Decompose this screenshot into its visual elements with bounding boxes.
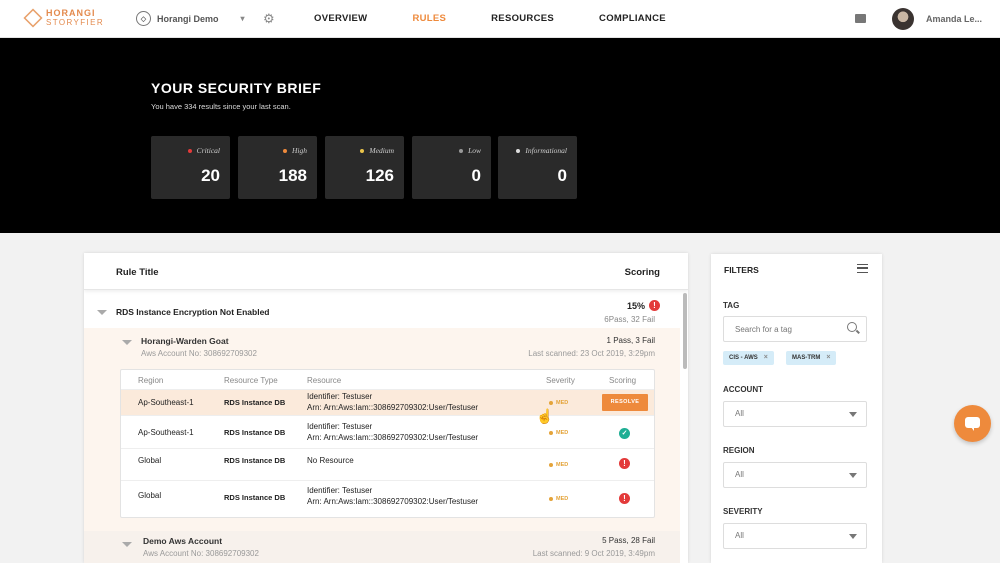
- col-resource-type: Resource Type: [224, 376, 278, 385]
- chevron-down-icon: [849, 534, 857, 539]
- brief-subtitle: You have 334 results since your last sca…: [151, 102, 291, 111]
- severity-label: SEVERITY: [723, 507, 763, 516]
- col-severity: Severity: [546, 376, 575, 385]
- brand-product: STORYFIER: [46, 18, 105, 27]
- severity-card-informational[interactable]: Informational 0: [498, 136, 577, 199]
- region-select[interactable]: All: [723, 462, 867, 488]
- severity-count: 20: [201, 166, 220, 185]
- account-block: Demo Aws Account Aws Account No: 3086927…: [84, 531, 680, 563]
- tag-search-input[interactable]: [723, 316, 867, 342]
- search-icon[interactable]: [847, 322, 857, 332]
- gear-icon[interactable]: ⚙: [263, 11, 275, 27]
- severity-count: 188: [278, 166, 307, 185]
- avatar[interactable]: [892, 8, 914, 30]
- org-name: Horangi Demo: [157, 13, 219, 24]
- account-pass-fail: 1 Pass, 3 Fail: [606, 336, 655, 345]
- account-last-scanned: Last scanned: 23 Oct 2019, 3:29pm: [528, 349, 655, 358]
- tag-chip[interactable]: CIS - AWS ×: [723, 351, 774, 365]
- table-row[interactable]: Ap-Southeast-1 RDS Instance DB Identifie…: [121, 415, 654, 448]
- col-resource: Resource: [307, 376, 342, 385]
- brand-logo[interactable]: HORANGI STORYFIER: [23, 8, 105, 28]
- filters-title: FILTERS: [724, 265, 759, 275]
- account-label: ACCOUNT: [723, 385, 763, 394]
- resource-table: Region Resource Type Resource Severity S…: [120, 369, 655, 518]
- rule-percent: 15%: [626, 301, 645, 311]
- severity-badge: MED: [549, 400, 568, 406]
- user-name[interactable]: Amanda Le...: [926, 14, 982, 24]
- tag-chip[interactable]: MAS-TRM ×: [786, 351, 837, 365]
- chevron-down-icon[interactable]: [97, 310, 107, 315]
- nav-overview[interactable]: OVERVIEW: [314, 13, 367, 24]
- folder-icon[interactable]: [855, 14, 866, 23]
- rule-title-header: Rule Title: [116, 267, 159, 278]
- severity-badge: MED: [549, 430, 568, 436]
- severity-badge: MED: [549, 462, 568, 468]
- filter-menu-icon[interactable]: [857, 264, 868, 273]
- severity-card-critical[interactable]: Critical 20: [151, 136, 230, 199]
- chevron-down-icon: ▾: [240, 14, 245, 23]
- region-label: REGION: [723, 446, 755, 455]
- critical-dot-icon: [187, 148, 192, 153]
- rule-pass-fail: 6Pass, 32 Fail: [604, 315, 655, 324]
- rules-panel: Rule Title Scoring RDS Instance Encrypti…: [84, 253, 688, 563]
- account-select[interactable]: All: [723, 401, 867, 427]
- high-dot-icon: [283, 148, 287, 153]
- pointer-cursor-icon: ☝: [536, 408, 554, 424]
- brief-title: YOUR SECURITY BRIEF: [151, 80, 322, 96]
- account-number: Aws Account No: 308692709302: [141, 349, 257, 358]
- low-dot-icon: [459, 148, 464, 153]
- severity-card-high[interactable]: High 188: [238, 136, 317, 199]
- fail-icon: !: [619, 458, 630, 469]
- chat-bubble-icon: [965, 417, 980, 431]
- col-region: Region: [138, 376, 164, 385]
- severity-select[interactable]: All: [723, 523, 867, 549]
- severity-count: 0: [557, 166, 567, 185]
- fail-icon: !: [619, 493, 630, 504]
- chevron-down-icon[interactable]: [122, 542, 132, 547]
- informational-dot-icon: [516, 148, 521, 153]
- tag-label: TAG: [723, 301, 740, 310]
- security-brief: YOUR SECURITY BRIEF You have 334 results…: [0, 38, 1000, 233]
- table-row[interactable]: Ap-Southeast-1 RDS Instance DB Identifie…: [121, 389, 654, 415]
- rules-header: Rule Title Scoring: [84, 253, 688, 290]
- medium-dot-icon: [360, 148, 365, 153]
- account-last-scanned: Last scanned: 9 Oct 2019, 3:49pm: [532, 549, 655, 558]
- nav-resources[interactable]: RESOURCES: [491, 13, 554, 24]
- chevron-down-icon: [849, 473, 857, 478]
- account-number: Aws Account No: 308692709302: [143, 549, 259, 558]
- tiger-logo-icon: [23, 8, 43, 28]
- close-icon[interactable]: ×: [826, 354, 830, 361]
- severity-card-medium[interactable]: Medium 126: [325, 136, 404, 199]
- top-nav: HORANGI STORYFIER ◇ Horangi Demo ▾ ⚙ OVE…: [0, 0, 1000, 38]
- severity-card-low[interactable]: Low 0: [412, 136, 491, 199]
- col-scoring: Scoring: [609, 376, 637, 385]
- scrollbar[interactable]: [683, 293, 687, 369]
- severity-badge: MED: [549, 496, 568, 502]
- account-name: Demo Aws Account: [143, 536, 223, 546]
- close-icon[interactable]: ×: [764, 354, 768, 361]
- check-icon: ✓: [619, 428, 630, 439]
- chevron-down-icon: [849, 412, 857, 417]
- main-nav: OVERVIEW RULES RESOURCES COMPLIANCE: [314, 13, 711, 24]
- filters-panel: FILTERS TAG CIS - AWS× MAS-TRM× ACCOUNT …: [711, 254, 882, 563]
- table-row[interactable]: Global RDS Instance DB No Resource MED !: [121, 448, 654, 480]
- table-row[interactable]: Global RDS Instance DB Identifier: Testu…: [121, 480, 654, 517]
- org-switcher[interactable]: ◇ Horangi Demo ▾: [136, 11, 245, 26]
- severity-count: 0: [471, 166, 481, 185]
- nav-compliance[interactable]: COMPLIANCE: [599, 13, 666, 24]
- chat-button[interactable]: [954, 405, 991, 442]
- chevron-down-icon[interactable]: [122, 340, 132, 345]
- rule-row[interactable]: RDS Instance Encryption Not Enabled 15% …: [84, 291, 680, 328]
- account-name: Horangi-Warden Goat: [141, 336, 229, 346]
- nav-rules[interactable]: RULES: [412, 13, 446, 24]
- brand-name: HORANGI: [46, 8, 96, 18]
- severity-count: 126: [365, 166, 394, 185]
- org-icon: ◇: [136, 11, 151, 26]
- fail-icon: !: [649, 300, 660, 311]
- rule-name: RDS Instance Encryption Not Enabled: [116, 307, 270, 317]
- scoring-header: Scoring: [624, 267, 660, 278]
- resolve-button[interactable]: RESOLVE: [602, 394, 648, 411]
- account-pass-fail: 5 Pass, 28 Fail: [602, 536, 655, 545]
